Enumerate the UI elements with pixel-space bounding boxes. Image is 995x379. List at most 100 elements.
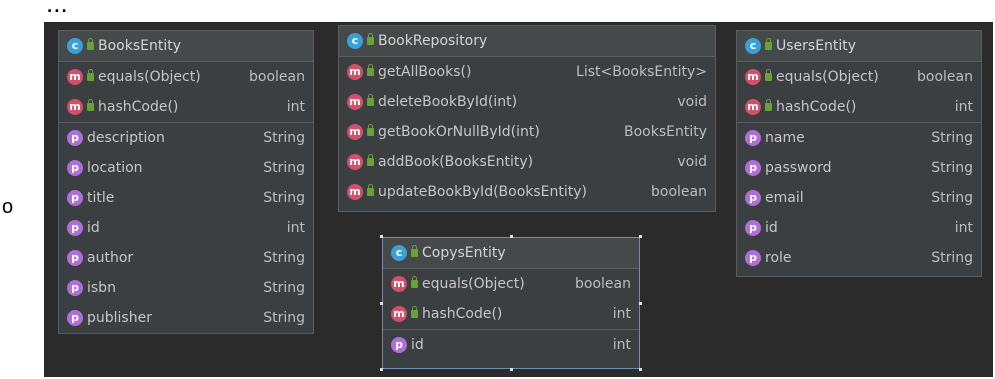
cropped-header-fragment: ... — [46, 0, 68, 18]
public-visibility-icon — [87, 69, 94, 81]
property-icon: p — [745, 220, 761, 236]
entity-title: BookRepository — [378, 33, 488, 49]
member-name: name — [765, 130, 805, 146]
member-name: addBook(BooksEntity) — [378, 154, 534, 170]
field-row[interactable]: p id int — [383, 330, 639, 360]
member-type: List<BooksEntity> — [576, 64, 707, 80]
entity-books[interactable]: c BooksEntity m equals(Object) boolean m… — [58, 30, 314, 334]
member-name: equals(Object) — [98, 69, 201, 85]
field-row[interactable]: p email String — [737, 183, 981, 213]
entity-header: c CopysEntity — [383, 238, 639, 269]
method-icon: m — [391, 306, 407, 322]
class-icon: c — [391, 245, 407, 261]
member-name: updateBookById(BooksEntity) — [378, 184, 588, 200]
property-icon: p — [745, 160, 761, 176]
fields-section: p id int — [383, 330, 639, 360]
methods-section: m getAllBooks() List<BooksEntity> m dele… — [339, 57, 715, 207]
member-type: boolean — [575, 276, 631, 292]
entity-header: c BookRepository — [339, 26, 715, 57]
resize-handle-bottom-right[interactable] — [639, 368, 642, 371]
resize-handle-bottom-left[interactable] — [380, 368, 383, 371]
field-row[interactable]: p id int — [737, 213, 981, 243]
property-icon: p — [67, 130, 83, 146]
abstract-method-icon: m — [347, 154, 363, 170]
member-name: email — [765, 190, 804, 206]
field-row[interactable]: p author String — [59, 243, 313, 273]
member-name: id — [87, 220, 100, 236]
resize-handle-left[interactable] — [380, 302, 383, 305]
abstract-method-icon: m — [347, 64, 363, 80]
property-icon: p — [67, 280, 83, 296]
abstract-method-icon: m — [347, 124, 363, 140]
resize-handle-top-left[interactable] — [380, 235, 383, 238]
resize-handle-bottom[interactable] — [510, 368, 513, 371]
resize-handle-top[interactable] — [510, 235, 513, 238]
member-name: description — [87, 130, 165, 146]
method-icon: m — [67, 99, 83, 115]
member-name: author — [87, 250, 134, 266]
member-type: String — [263, 310, 305, 326]
member-type: String — [263, 190, 305, 206]
method-icon: m — [745, 69, 761, 85]
field-row[interactable]: p role String — [737, 243, 981, 273]
member-name: title — [87, 190, 115, 206]
public-visibility-icon — [411, 306, 418, 318]
public-visibility-icon — [765, 38, 772, 50]
methods-section: m equals(Object) boolean m hashCode() in… — [737, 62, 981, 123]
field-row[interactable]: p password String — [737, 153, 981, 183]
public-visibility-icon — [367, 184, 374, 196]
field-row[interactable]: p name String — [737, 123, 981, 153]
member-type: String — [931, 250, 973, 266]
member-name: isbn — [87, 280, 116, 296]
method-row[interactable]: m equals(Object) boolean — [737, 62, 981, 92]
method-row[interactable]: m updateBookById(BooksEntity) boolean — [339, 177, 715, 207]
fields-section: p description String p location String p… — [59, 123, 313, 333]
member-type: int — [954, 99, 973, 115]
public-visibility-icon — [367, 64, 374, 76]
member-type: void — [677, 94, 707, 110]
entity-users[interactable]: c UsersEntity m equals(Object) boolean m… — [736, 30, 982, 277]
method-row[interactable]: m getBookOrNullById(int) BooksEntity — [339, 117, 715, 147]
methods-section: m equals(Object) boolean m hashCode() in… — [59, 62, 313, 123]
method-row[interactable]: m hashCode() int — [383, 299, 639, 329]
field-row[interactable]: p description String — [59, 123, 313, 153]
property-icon: p — [745, 250, 761, 266]
field-row[interactable]: p id int — [59, 213, 313, 243]
field-row[interactable]: p isbn String — [59, 273, 313, 303]
public-visibility-icon — [411, 276, 418, 288]
entity-book-repository[interactable]: c BookRepository m getAllBooks() List<Bo… — [338, 25, 716, 212]
field-row[interactable]: p title String — [59, 183, 313, 213]
uml-diagram-canvas[interactable]: c BooksEntity m equals(Object) boolean m… — [44, 22, 993, 377]
property-icon: p — [67, 310, 83, 326]
method-row[interactable]: m deleteBookById(int) void — [339, 87, 715, 117]
bullet-marker: o — [2, 196, 14, 218]
entity-copys[interactable]: c CopysEntity m equals(Object) boolean m… — [382, 237, 640, 369]
method-row[interactable]: m equals(Object) boolean — [383, 269, 639, 299]
public-visibility-icon — [367, 94, 374, 106]
member-type: void — [677, 154, 707, 170]
method-row[interactable]: m hashCode() int — [59, 92, 313, 122]
resize-handle-right[interactable] — [639, 302, 642, 305]
public-visibility-icon — [367, 124, 374, 136]
member-type: int — [612, 306, 631, 322]
member-name: location — [87, 160, 143, 176]
member-name: getAllBooks() — [378, 64, 472, 80]
method-row[interactable]: m addBook(BooksEntity) void — [339, 147, 715, 177]
public-visibility-icon — [87, 99, 94, 111]
field-row[interactable]: p publisher String — [59, 303, 313, 333]
member-type: String — [931, 130, 973, 146]
public-visibility-icon — [765, 99, 772, 111]
member-type: int — [286, 99, 305, 115]
field-row[interactable]: p location String — [59, 153, 313, 183]
method-row[interactable]: m equals(Object) boolean — [59, 62, 313, 92]
method-row[interactable]: m hashCode() int — [737, 92, 981, 122]
member-type: String — [263, 130, 305, 146]
fields-section: p name String p password String p email … — [737, 123, 981, 273]
resize-handle-top-right[interactable] — [639, 235, 642, 238]
method-icon: m — [745, 99, 761, 115]
method-icon: m — [67, 69, 83, 85]
property-icon: p — [745, 130, 761, 146]
member-name: hashCode() — [98, 99, 179, 115]
method-row[interactable]: m getAllBooks() List<BooksEntity> — [339, 57, 715, 87]
entity-title: UsersEntity — [776, 38, 857, 54]
